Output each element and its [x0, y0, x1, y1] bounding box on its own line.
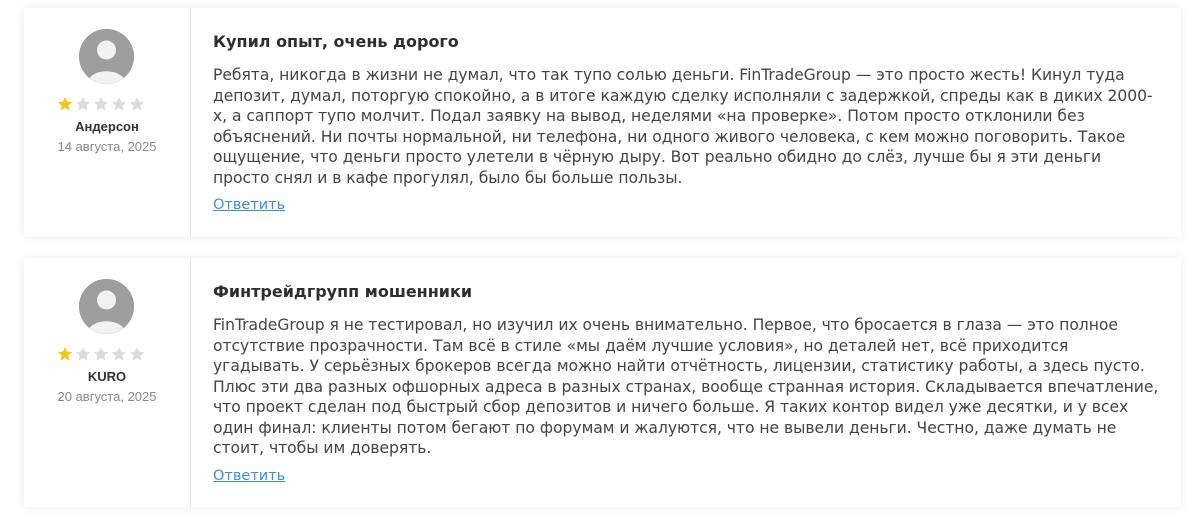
review-date: 20 августа, 2025	[57, 389, 157, 404]
star-icon	[57, 97, 73, 111]
star-icon	[111, 97, 127, 111]
review-author-name: Андерсон	[75, 119, 139, 134]
review-content: Купил опыт, очень дорого Ребята, никогда…	[191, 8, 1181, 237]
user-avatar-icon	[79, 279, 134, 334]
review-text: FinTradeGroup я не тестировал, но изучил…	[213, 316, 1159, 457]
review-author-panel: KURO 20 августа, 2025	[24, 258, 191, 507]
review-title: Купил опыт, очень дорого	[213, 32, 459, 51]
review-date: 14 августа, 2025	[57, 139, 157, 154]
star-icon	[129, 97, 145, 111]
rating-stars	[57, 346, 145, 364]
user-avatar-icon	[79, 29, 134, 84]
reviews-list: Андерсон 14 августа, 2025 Купил опыт, оч…	[0, 0, 1200, 522]
review-author-panel: Андерсон 14 августа, 2025	[24, 8, 191, 237]
review-card: KURO 20 августа, 2025 Финтрейдгрупп моше…	[24, 258, 1181, 507]
star-icon	[93, 97, 109, 111]
star-icon	[93, 347, 109, 361]
star-icon	[57, 347, 73, 361]
review-author-name: KURO	[87, 369, 127, 384]
review-content: Финтрейдгрупп мошенники FinTradeGroup я …	[191, 258, 1181, 507]
rating-stars	[57, 96, 145, 114]
reply-link[interactable]: Ответить	[213, 197, 285, 213]
review-card: Андерсон 14 августа, 2025 Купил опыт, оч…	[24, 8, 1181, 237]
star-icon	[111, 347, 127, 361]
star-icon	[75, 97, 91, 111]
star-icon	[129, 347, 145, 361]
review-title: Финтрейдгрупп мошенники	[213, 282, 473, 301]
reply-link[interactable]: Ответить	[213, 468, 285, 484]
star-icon	[75, 347, 91, 361]
review-text: Ребята, никогда в жизни не думал, что та…	[213, 66, 1153, 187]
